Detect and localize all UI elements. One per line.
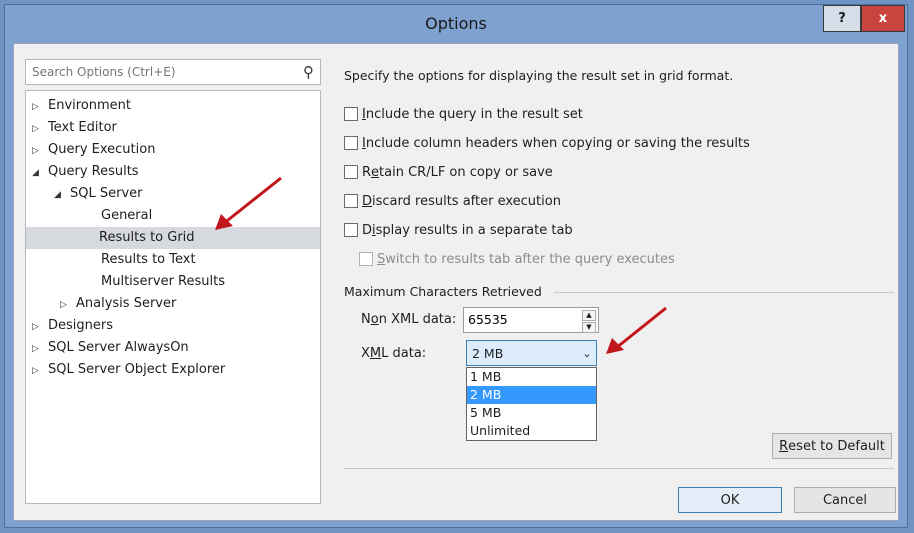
tree-item-label: Query Execution	[48, 142, 156, 157]
tree-item-label: Multiserver Results	[101, 274, 226, 289]
max-chars-group-label: Maximum Characters Retrieved	[344, 284, 542, 299]
expand-arrow-icon[interactable]: ▷	[32, 338, 48, 360]
expand-arrow-icon[interactable]: ▷	[32, 360, 48, 382]
tree-item-label: Results to Grid	[99, 230, 195, 245]
checkbox-box[interactable]	[344, 136, 358, 150]
include-headers-checkbox[interactable]: Include column headers when copying or s…	[344, 133, 750, 153]
access-key: R	[779, 438, 789, 454]
group-divider	[554, 292, 894, 293]
checkbox-label-prefix: D	[362, 222, 373, 238]
dialog-title: Options	[425, 14, 487, 33]
access-key: M	[369, 346, 382, 361]
dropdown-option[interactable]: 1 MB	[467, 368, 596, 386]
expand-arrow-icon[interactable]: ▷	[32, 96, 48, 118]
checkbox-box[interactable]	[344, 107, 358, 121]
tree-item-general[interactable]: General	[101, 205, 152, 227]
retain-crlf-checkbox[interactable]: Re tain CR/LF on copy or save	[344, 162, 553, 182]
close-button[interactable]: x	[861, 5, 905, 32]
expand-arrow-icon[interactable]: ▷	[32, 316, 48, 338]
title-bar[interactable]: Options ? x	[5, 5, 907, 41]
button-label: eset to Default	[788, 438, 885, 454]
tree-item-label: Results to Text	[101, 252, 196, 267]
dialog-body: ⚲ ▷Environment ▷Text Editor ▷Query Execu…	[13, 43, 899, 521]
tree-item-designers[interactable]: ▷ Designers	[32, 315, 113, 337]
checkbox-box[interactable]	[344, 194, 358, 208]
tree-item-sql-server-alwayson[interactable]: ▷ SQL Server AlwaysOn	[32, 337, 189, 359]
tree-item-label: Environment	[48, 98, 132, 113]
reset-to-default-button[interactable]: Reset to Default	[772, 433, 892, 459]
tree-item-multiserver-results[interactable]: Multiserver Results	[101, 271, 225, 293]
checkbox-label: splay results in a separate tab	[375, 222, 573, 238]
label-text: n XML data:	[378, 312, 457, 327]
access-key: o	[370, 312, 379, 327]
tree-item-results-to-text[interactable]: Results to Text	[101, 249, 196, 271]
expand-arrow-icon[interactable]: ▷	[60, 294, 76, 316]
cancel-button[interactable]: Cancel	[794, 487, 896, 513]
discard-results-checkbox[interactable]: Discard results after execution	[344, 191, 561, 211]
tree-item-label: Query Results	[48, 164, 139, 179]
tree-item-query-results[interactable]: ◢ Query Results	[32, 161, 139, 183]
stepper-up-icon[interactable]: ▲	[582, 310, 596, 321]
tree-item-label: SQL Server AlwaysOn	[48, 340, 189, 355]
dropdown-option[interactable]: 5 MB	[467, 404, 596, 422]
label-text: L data:	[381, 346, 427, 361]
tree-item-label: Designers	[48, 318, 113, 333]
options-tree: ▷ Environment ▷ Text Editor ▷ Query Executi…	[25, 90, 321, 504]
label-prefix: N	[361, 312, 371, 327]
dropdown-option[interactable]: Unlimited	[467, 422, 596, 440]
checkbox-box[interactable]	[344, 223, 358, 237]
non-xml-stepper[interactable]: ▲ ▼	[463, 307, 599, 333]
checkbox-label: nclude the query in the result set	[365, 106, 583, 122]
options-dialog: Options ? x ⚲ ▷Environment ▷Text Editor …	[4, 4, 908, 528]
expand-arrow-icon[interactable]: ▷	[32, 118, 48, 140]
search-box[interactable]: ⚲	[25, 59, 321, 85]
collapse-arrow-icon[interactable]: ◢	[54, 184, 70, 206]
chevron-down-icon[interactable]: ⌄	[578, 347, 596, 360]
access-key: D	[362, 193, 373, 209]
tree-item-label: Text Editor	[48, 120, 117, 135]
include-query-checkbox[interactable]: Include the query in the result set	[344, 104, 583, 124]
xml-dropdown-list: 1 MB 2 MB 5 MB Unlimited	[466, 367, 597, 441]
annotation-arrow-tree	[215, 176, 282, 230]
non-xml-input[interactable]	[464, 308, 580, 330]
tree-item-label: SQL Server	[70, 186, 143, 201]
search-input[interactable]	[26, 60, 298, 84]
checkbox-label: nclude column headers when copying or sa…	[365, 135, 750, 151]
tree-item-analysis-server[interactable]: ▷ Analysis Server	[60, 293, 176, 315]
separate-tab-checkbox[interactable]: Di splay results in a separate tab	[344, 220, 573, 240]
panel-description: Specify the options for displaying the r…	[344, 68, 734, 83]
ok-button[interactable]: OK	[678, 487, 782, 513]
search-icon[interactable]: ⚲	[303, 63, 314, 81]
tree-item-text-editor[interactable]: ▷ Text Editor	[32, 117, 117, 139]
xml-label: XML data:	[361, 346, 426, 361]
expand-arrow-icon[interactable]: ▷	[32, 140, 48, 162]
annotation-arrow-xml	[606, 306, 667, 354]
stepper-down-icon[interactable]: ▼	[582, 322, 596, 333]
access-key: S	[377, 251, 386, 267]
xml-selected-value: 2 MB	[472, 345, 504, 361]
checkbox-box[interactable]	[344, 165, 358, 179]
switch-tab-checkbox: Switch to results tab after the query ex…	[359, 249, 675, 269]
footer-divider	[344, 468, 894, 469]
non-xml-label: Non XML data:	[361, 312, 456, 327]
checkbox-box	[359, 252, 373, 266]
checkbox-label: iscard results after execution	[372, 193, 561, 209]
dropdown-option-selected[interactable]: 2 MB	[467, 386, 596, 404]
tree-item-environment[interactable]: ▷ Environment	[32, 95, 131, 117]
tree-item-sql-server-object-explorer[interactable]: ▷ SQL Server Object Explorer	[32, 359, 225, 381]
tree-item-query-execution[interactable]: ▷ Query Execution	[32, 139, 155, 161]
tree-item-label: Analysis Server	[76, 296, 177, 311]
xml-data-select[interactable]: 2 MB ⌄	[466, 340, 597, 366]
stepper-buttons: ▲ ▼	[582, 310, 596, 333]
label-prefix: X	[361, 346, 370, 361]
checkbox-label: tain CR/LF on copy or save	[379, 164, 553, 180]
access-key: e	[371, 164, 380, 180]
checkbox-label-prefix: R	[362, 164, 372, 180]
help-button[interactable]: ?	[823, 5, 861, 32]
tree-item-label: General	[101, 208, 153, 223]
collapse-arrow-icon[interactable]: ◢	[32, 162, 48, 184]
tree-item-sql-server[interactable]: ◢ SQL Server	[54, 183, 143, 205]
checkbox-label: witch to results tab after the query exe…	[385, 251, 675, 267]
tree-item-label: SQL Server Object Explorer	[48, 362, 226, 377]
